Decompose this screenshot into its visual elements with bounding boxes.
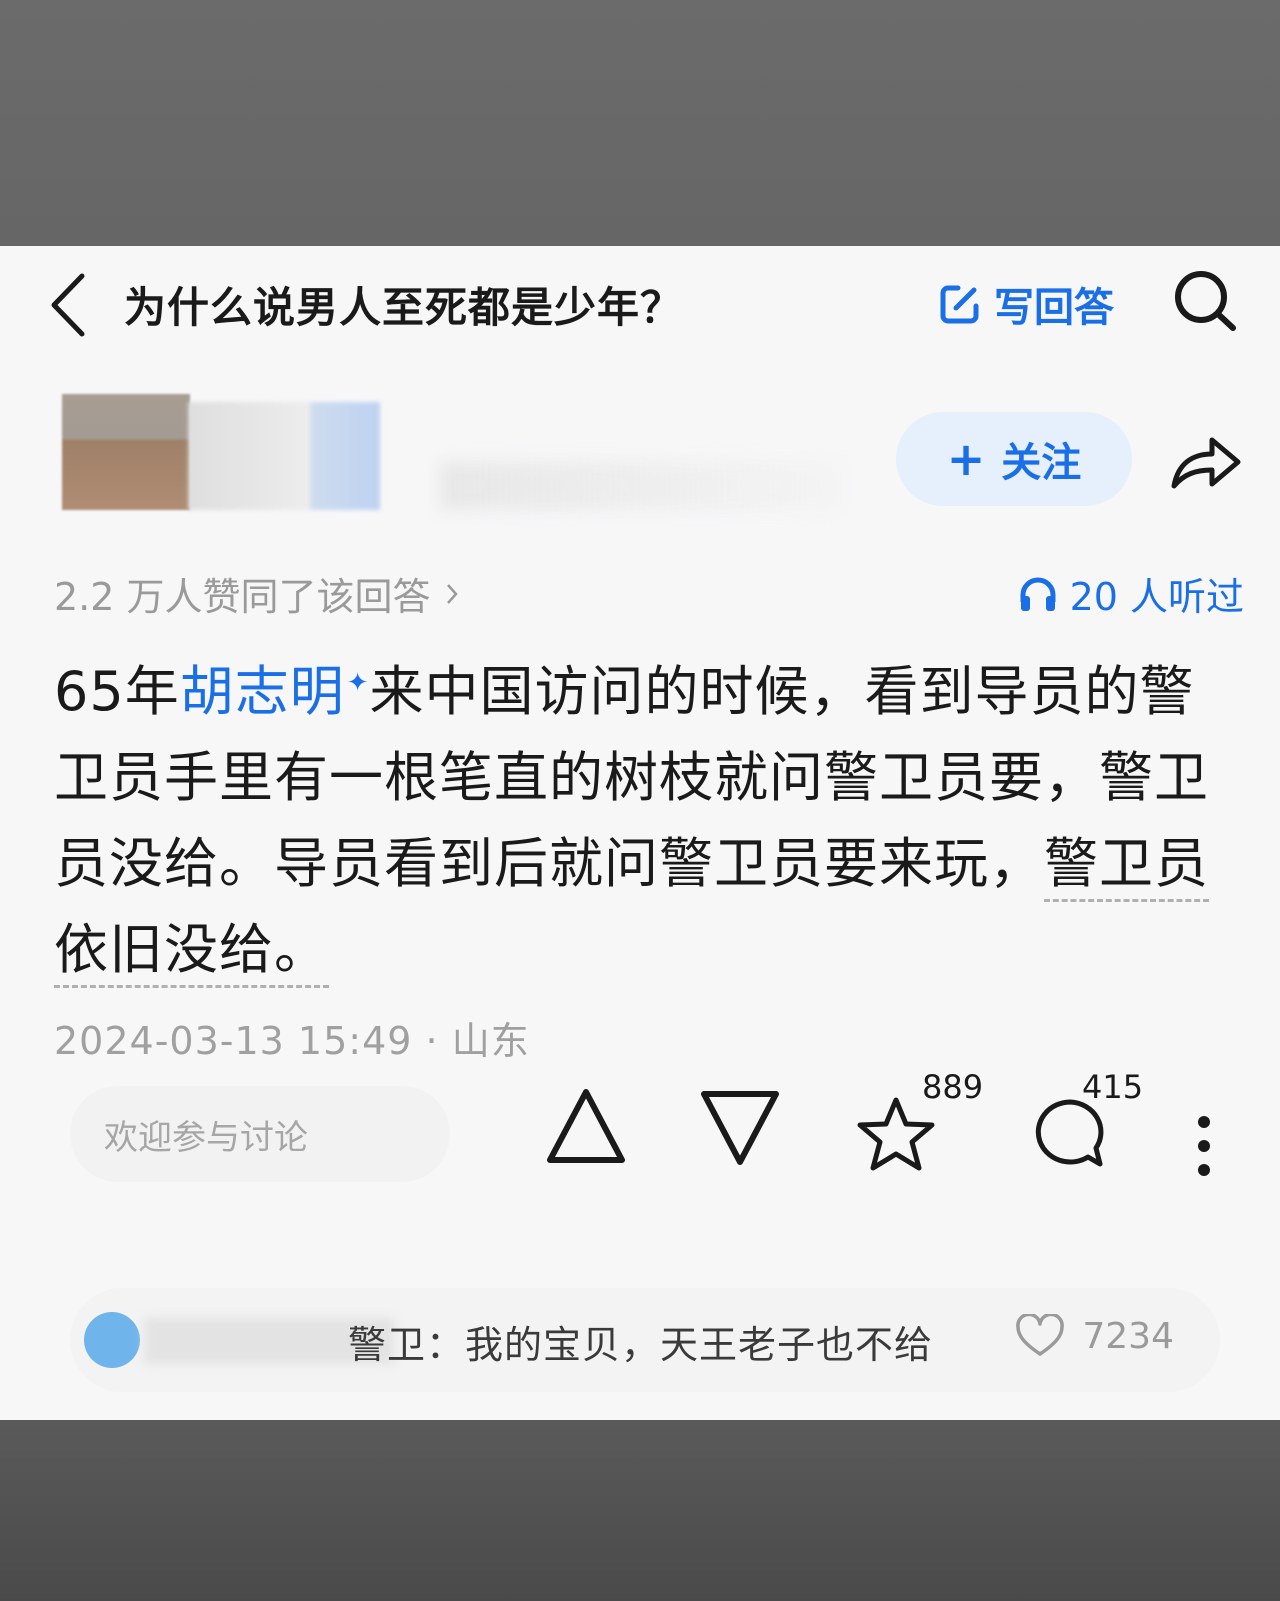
agree-text: 2.2 万人赞同了该回答 [54, 575, 431, 619]
plus-icon: + [946, 432, 986, 486]
hot-comment-text: 警卫：我的宝贝，天王老子也不给 [348, 1323, 934, 1367]
back-button[interactable] [48, 270, 98, 340]
listen-text: 20 人听过 [1069, 575, 1244, 619]
search-button[interactable] [1170, 266, 1240, 336]
separator-dot: · [425, 1019, 452, 1063]
write-answer-label: 写回答 [994, 285, 1114, 331]
answer-meta: 2024-03-13 15:49 · 山东 [54, 1010, 530, 1065]
favorite-count: 889 [922, 1068, 984, 1106]
comment-input[interactable]: 欢迎参与讨论 [70, 1086, 450, 1182]
comment-bubble-icon [1035, 1099, 1104, 1167]
person-link[interactable]: 胡志明 [180, 660, 345, 723]
favorite-button[interactable] [856, 1094, 948, 1186]
edit-icon [940, 285, 979, 324]
headphones-icon [1020, 577, 1056, 611]
answer-prefix: 65年 [54, 660, 180, 723]
search-icon [1175, 271, 1236, 331]
chevron-right-icon [446, 583, 458, 604]
comment-like-button[interactable]: 7234 [1016, 1314, 1174, 1358]
screenshot-frame: 为什么说男人至死都是少年？ 写回答 + 关注 2.2 万人赞同了该回答 20 人… [0, 0, 1280, 1601]
agree-count-link[interactable]: 2.2 万人赞同了该回答 [54, 566, 459, 621]
answer-location: 山东 [451, 1019, 530, 1063]
comments-button[interactable] [1030, 1094, 1122, 1186]
comment-like-count: 7234 [1082, 1315, 1174, 1357]
commenter-avatar[interactable] [84, 1312, 140, 1368]
heart-icon [1016, 1314, 1065, 1356]
more-vertical-icon [1198, 1116, 1210, 1176]
answer-body: 65年胡志明✦来中国访问的时候，看到导员的警卫员手里有一根笔直的树枝就问警卫员要… [54, 640, 1244, 993]
triangle-up-icon [547, 1089, 625, 1163]
upvote-button[interactable] [540, 1082, 632, 1174]
write-answer-button[interactable]: 写回答 [938, 276, 1114, 332]
author-name-redacted[interactable] [188, 402, 380, 510]
triangle-down-icon [701, 1091, 779, 1165]
chevron-left-icon [51, 273, 85, 337]
listen-button[interactable]: 20 人听过 [1018, 566, 1244, 621]
hot-comment[interactable]: 警卫：我的宝贝，天王老子也不给 7234 [70, 1288, 1220, 1392]
more-button[interactable] [1184, 1110, 1224, 1182]
author-bio-redacted [440, 462, 840, 510]
answer-datetime: 2024-03-13 15:49 [54, 1019, 413, 1063]
star-icon [857, 1097, 935, 1171]
author-avatar[interactable] [62, 394, 190, 510]
sparkle-icon: ✦ [346, 668, 370, 698]
share-arrow-icon [1171, 437, 1241, 489]
downvote-button[interactable] [694, 1082, 786, 1174]
follow-label: 关注 [1001, 440, 1082, 486]
follow-button[interactable]: + 关注 [896, 412, 1132, 506]
question-title[interactable]: 为什么说男人至死都是少年？ [124, 274, 683, 335]
comment-placeholder: 欢迎参与讨论 [104, 1117, 308, 1158]
share-button[interactable] [1168, 430, 1244, 494]
comment-count: 415 [1082, 1068, 1144, 1106]
